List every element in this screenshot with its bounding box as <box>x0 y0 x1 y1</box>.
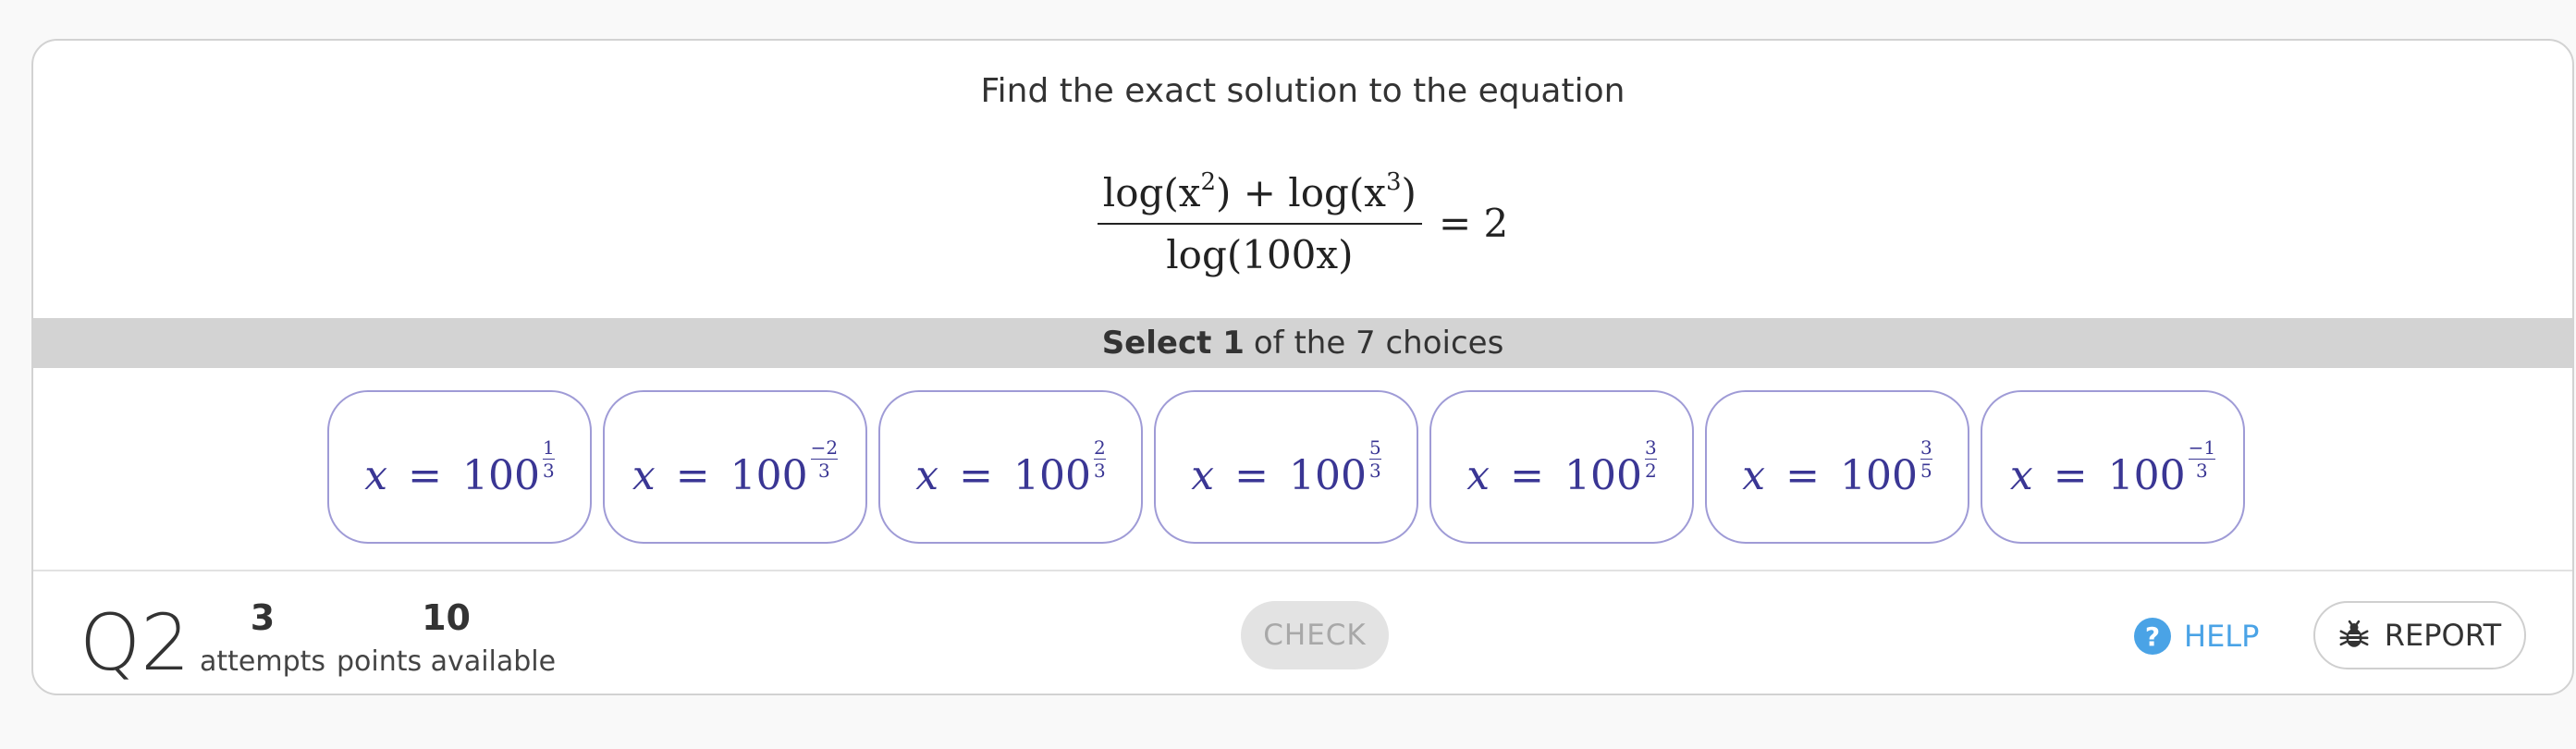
exponent-denominator: 3 <box>817 460 830 482</box>
question-footer: Q2 3 attempts 10 points available CHECK … <box>33 570 2572 694</box>
question-circle-icon: ? <box>2134 618 2171 655</box>
equation: log(x2) + log(x3) log(100x) = 2 <box>33 168 2572 277</box>
choice-variable: x <box>1466 451 1490 499</box>
exponent-numerator: 3 <box>1920 436 1932 459</box>
question-prompt: Find the exact solution to the equation <box>980 72 1625 110</box>
choice-exponent: 53 <box>1368 436 1381 482</box>
choice-base: 100 <box>1288 451 1367 499</box>
choice-option[interactable]: x = 100 3 2 <box>1429 390 1694 544</box>
choice-expression: x = 100 −1 3 <box>2009 436 2216 499</box>
choice-expression: x = 100 3 2 <box>1466 436 1657 499</box>
choice-option[interactable]: x = 100 −1 3 <box>1981 390 2245 544</box>
attempts-stat: 3 attempts <box>200 597 325 678</box>
attempts-value: 3 <box>250 597 276 638</box>
selection-instruction: Select 1 of the 7 choices <box>33 318 2572 368</box>
choice-exponent: 13 <box>542 436 555 482</box>
choice-base: 100 <box>1564 451 1642 499</box>
question-card: Find the exact solution to the equation … <box>31 39 2574 695</box>
choice-variable: x <box>1742 451 1766 499</box>
exponent-denominator: 3 <box>1093 460 1106 482</box>
choices-list: x = 100 1 3 x = 100 −2 3 x = 100 2 3 x = 100 5 3 x = 100 3 2 x = 10… <box>327 390 2245 544</box>
points-label: points available <box>337 645 557 678</box>
exponent-numerator: −1 <box>2188 436 2216 459</box>
choice-option[interactable]: x = 100 −2 3 <box>603 390 867 544</box>
choice-base: 100 <box>2107 451 2186 499</box>
choice-equals: = <box>408 451 442 499</box>
choice-expression: x = 100 5 3 <box>1191 436 1381 499</box>
selection-count: Select 1 <box>1101 325 1245 362</box>
exponent-denominator: 3 <box>542 460 555 482</box>
choice-equals: = <box>959 451 993 499</box>
attempts-label: attempts <box>200 645 326 678</box>
choice-option[interactable]: x = 100 2 3 <box>878 390 1143 544</box>
choice-expression: x = 100 3 5 <box>1742 436 1932 499</box>
equation-denominator: log(100x) <box>1166 232 1354 277</box>
choice-expression: x = 100 −2 3 <box>632 436 839 499</box>
choice-exponent: 35 <box>1920 436 1932 482</box>
exponent-denominator: 3 <box>1368 460 1381 482</box>
choice-equals: = <box>675 451 710 499</box>
choice-option[interactable]: x = 100 1 3 <box>327 390 592 544</box>
report-label: REPORT <box>2384 618 2502 653</box>
exponent-numerator: 5 <box>1368 436 1381 459</box>
question-number: Q2 <box>80 597 190 688</box>
choice-variable: x <box>2009 451 2033 499</box>
choice-equals: = <box>1785 451 1820 499</box>
exponent-numerator: 3 <box>1644 436 1657 459</box>
exponent-denominator: 2 <box>1644 460 1657 482</box>
choice-option[interactable]: x = 100 5 3 <box>1154 390 1418 544</box>
choice-base: 100 <box>461 451 540 499</box>
choice-variable: x <box>364 451 388 499</box>
exponent-denominator: 3 <box>2195 460 2208 482</box>
exponent-numerator: 2 <box>1093 436 1106 459</box>
choice-variable: x <box>915 451 939 499</box>
choice-exponent: −1 3 <box>2188 436 2216 482</box>
choice-variable: x <box>632 451 656 499</box>
bug-icon <box>2339 620 2369 647</box>
choice-base: 100 <box>1012 451 1091 499</box>
equation-numerator: log(x2) + log(x3) <box>1102 168 1417 215</box>
points-stat: 10 points available <box>337 597 556 678</box>
choice-option[interactable]: x = 100 3 5 <box>1705 390 1969 544</box>
choice-expression: x = 100 2 3 <box>915 436 1106 499</box>
points-value: 10 <box>422 597 471 638</box>
choice-exponent: 32 <box>1644 436 1657 482</box>
exponent-denominator: 5 <box>1920 460 1932 482</box>
choice-exponent: −2 3 <box>810 436 839 482</box>
choice-variable: x <box>1191 451 1215 499</box>
help-label: HELP <box>2184 619 2260 654</box>
choice-exponent: 23 <box>1093 436 1106 482</box>
equation-fraction: log(x2) + log(x3) log(100x) <box>1097 168 1422 277</box>
choice-equals: = <box>1234 451 1269 499</box>
choice-expression: x = 100 1 3 <box>364 436 555 499</box>
check-button[interactable]: CHECK <box>1241 601 1389 669</box>
help-button[interactable]: ? HELP <box>2134 607 2259 666</box>
choice-equals: = <box>2053 451 2088 499</box>
equation-rhs: = 2 <box>1438 200 1509 246</box>
choice-base: 100 <box>730 451 808 499</box>
choice-equals: = <box>1510 451 1544 499</box>
exponent-numerator: 1 <box>542 436 555 459</box>
report-button[interactable]: REPORT <box>2313 601 2526 669</box>
exponent-numerator: −2 <box>810 436 839 459</box>
choice-base: 100 <box>1839 451 1918 499</box>
selection-rest: of the 7 choices <box>1253 325 1504 362</box>
